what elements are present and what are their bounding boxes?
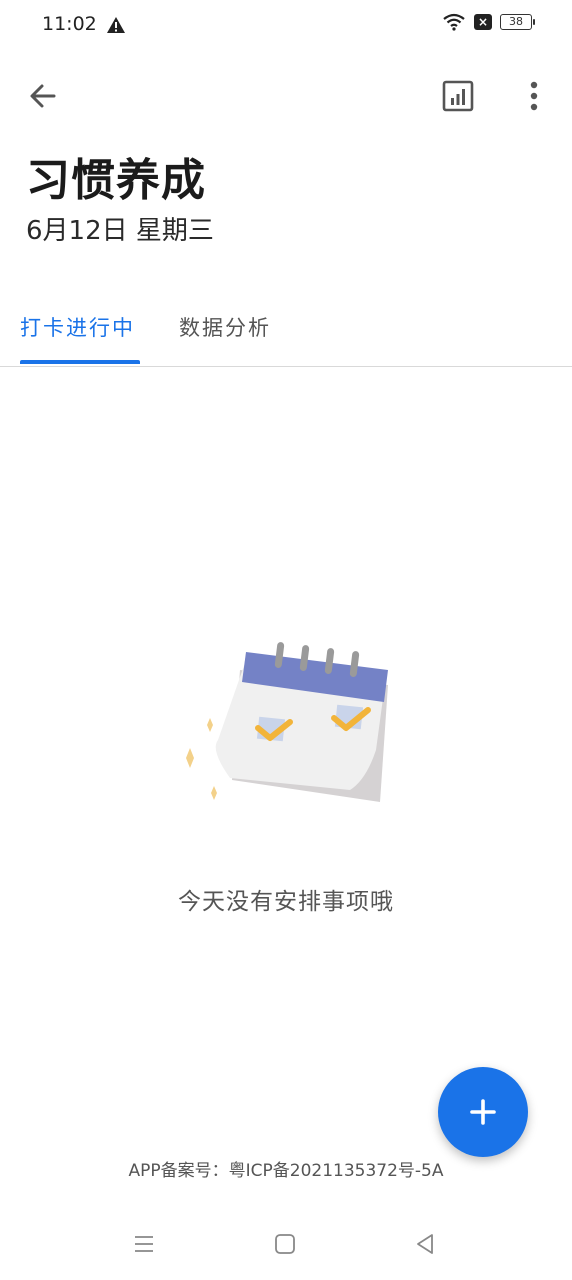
stats-icon[interactable]	[438, 76, 478, 116]
more-vert-icon[interactable]	[514, 76, 554, 116]
warning-icon	[107, 17, 125, 33]
home-square-icon[interactable]	[273, 1232, 297, 1256]
plus-icon	[470, 1099, 496, 1125]
battery-icon: 38	[500, 14, 535, 30]
tab-checkin-in-progress[interactable]: 打卡进行中	[20, 312, 135, 342]
close-box-icon: ×	[474, 14, 492, 30]
sparkle-icon	[211, 786, 217, 800]
current-date: 6月12日 星期三	[26, 216, 214, 246]
sparkle-icon	[207, 718, 213, 732]
tab-indicator	[20, 360, 140, 364]
empty-state-message: 今天没有安排事项哦	[178, 889, 394, 915]
page-title: 习惯养成	[26, 155, 206, 206]
back-triangle-icon[interactable]	[413, 1232, 437, 1256]
status-icons: × 38	[442, 13, 535, 31]
tab-bar: 打卡进行中 数据分析	[0, 300, 572, 367]
calendar-checkmarks-illustration	[186, 642, 388, 802]
menu-icon[interactable]	[132, 1232, 156, 1256]
back-arrow-icon[interactable]	[24, 76, 64, 116]
wifi-icon	[443, 13, 465, 31]
icp-filing-number: APP备案号：粤ICP备2021135372号-5A	[128, 1161, 444, 1181]
status-time: 11:02	[42, 13, 97, 35]
tab-data-analysis[interactable]: 数据分析	[179, 312, 271, 342]
sparkle-icon	[186, 748, 194, 768]
add-habit-button[interactable]	[438, 1067, 528, 1157]
